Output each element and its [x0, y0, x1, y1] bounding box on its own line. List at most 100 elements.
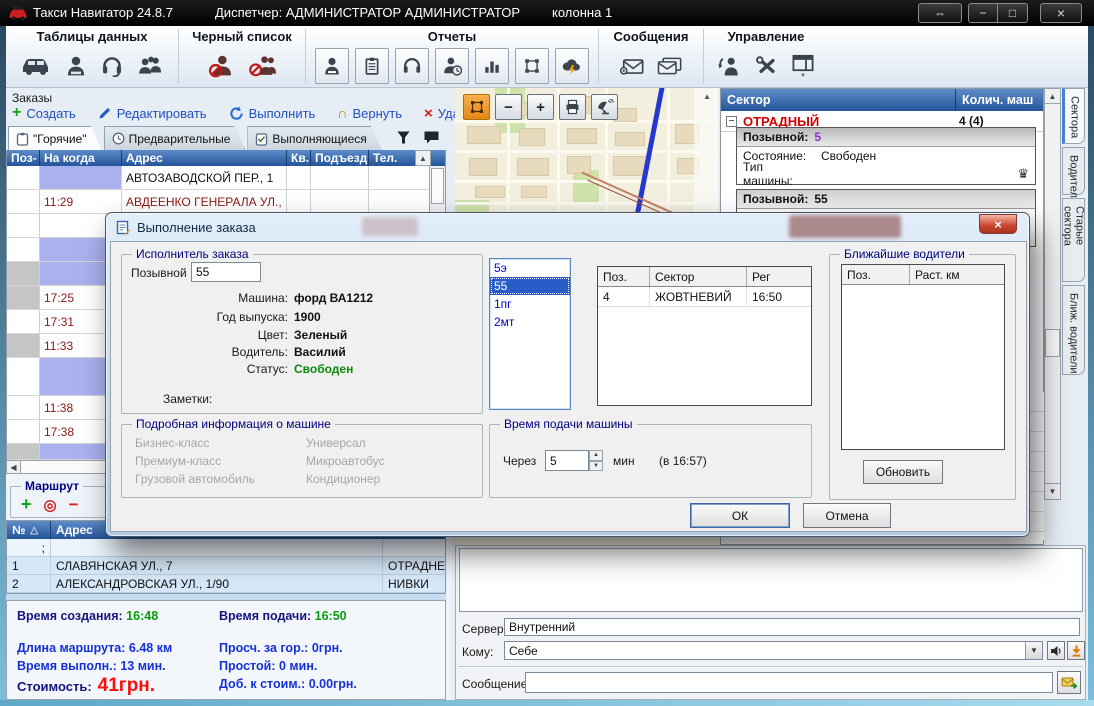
return-order-button[interactable]: ∩Вернуть: [337, 105, 402, 121]
tab-hot-orders[interactable]: "Горячие": [8, 126, 102, 150]
restore-layout-button[interactable]: ⇔: [918, 3, 962, 23]
map-print-button[interactable]: [559, 94, 586, 120]
column-header-pos[interactable]: Поз-: [7, 150, 40, 166]
route-target-point-button[interactable]: ◎: [44, 496, 57, 514]
task-check-icon: [255, 132, 268, 146]
edit-order-button[interactable]: Редактировать: [98, 106, 207, 121]
maximize-button[interactable]: □: [998, 3, 1028, 23]
tab-preliminary-orders[interactable]: Предварительные: [104, 126, 246, 150]
cars-table-icon[interactable]: [21, 56, 51, 76]
toolbar-group-messages: Сообщения: [599, 26, 703, 87]
time-input[interactable]: [545, 450, 589, 471]
crown-icon: ♛: [1017, 166, 1029, 182]
chat-bubble-icon[interactable]: [423, 130, 440, 145]
statistics-chart-button[interactable]: [475, 48, 509, 84]
driver-shifts-report-button[interactable]: [435, 48, 469, 84]
scroll-up-icon[interactable]: ▲: [1045, 89, 1060, 104]
side-tab-old-sectors[interactable]: Старые сектора: [1062, 198, 1085, 282]
scrollbar-thumb[interactable]: [431, 168, 444, 204]
storm-report-button[interactable]: [555, 48, 589, 84]
column-header-entrance[interactable]: Подъезд: [311, 150, 369, 166]
route-add-point-button[interactable]: +: [21, 494, 32, 515]
column-label: колонна 1: [552, 5, 612, 20]
map-zoom-out-button[interactable]: −: [495, 94, 522, 120]
column-header-phone[interactable]: Тел.: [369, 150, 415, 166]
zones-report-button[interactable]: [515, 48, 549, 84]
side-tab-drivers[interactable]: Водители: [1062, 147, 1085, 195]
dialog-form-icon: [116, 220, 131, 235]
operators-report-button[interactable]: [395, 48, 429, 84]
minimize-button[interactable]: −: [968, 3, 998, 23]
order-row[interactable]: АВТОЗАВОДСКОЙ ПЕР., 1: [7, 166, 445, 190]
shift-management-icon[interactable]: [717, 55, 743, 77]
orders-scroll-up-icon[interactable]: ▲: [415, 150, 431, 166]
window-right-edge: [1088, 26, 1094, 706]
route-remove-point-button[interactable]: −: [69, 495, 79, 515]
route-row[interactable]: 1 СЛАВЯНСКАЯ УЛ., 7 ОТРАДНЕ: [7, 557, 445, 575]
map-zoom-in-button[interactable]: +: [527, 94, 554, 120]
execute-order-button[interactable]: Выполнить: [229, 106, 316, 121]
dropdown-arrow-icon[interactable]: ▼: [1025, 642, 1042, 659]
callsign-option[interactable]: 2мт: [490, 313, 570, 331]
map-pan-up-icon[interactable]: ▲: [703, 92, 711, 101]
column-header-when[interactable]: На когда: [40, 150, 122, 166]
refresh-button[interactable]: Обновить: [863, 460, 943, 484]
callsign-listbox[interactable]: 5э 55 1пг 2мт: [489, 258, 571, 410]
order-row[interactable]: 11:29АВДЕЕНКО ГЕНЕРАЛА УЛ., 1: [7, 190, 445, 214]
sound-button[interactable]: [1047, 641, 1065, 660]
filter-funnel-icon[interactable]: [396, 130, 411, 145]
blacklist-group-icon[interactable]: [248, 54, 276, 78]
to-dropdown[interactable]: Себе ▼: [504, 641, 1043, 660]
clients-table-icon[interactable]: [138, 55, 164, 77]
drivers-table-icon[interactable]: [66, 55, 86, 77]
operators-table-icon[interactable]: [101, 55, 123, 77]
collapse-icon[interactable]: −: [726, 116, 737, 127]
column-header-car-count[interactable]: Колич. маш: [956, 89, 1043, 111]
dialog-close-button[interactable]: ×: [979, 214, 1017, 234]
route-filter-row[interactable]: ;: [7, 539, 445, 557]
route-row[interactable]: 2 АЛЕКСАНДРОВСКАЯ УЛ., 1/90 НИВКИ: [7, 575, 445, 593]
callsign-option-selected[interactable]: 55: [490, 277, 570, 295]
dialog-titlebar[interactable]: Выполнение заказа: [106, 213, 1029, 241]
column-header-num[interactable]: №△: [7, 521, 51, 539]
sectors-scrollbar[interactable]: ▲ ▼: [1044, 88, 1061, 500]
callsign-option[interactable]: 5э: [490, 259, 570, 277]
drivers-report-button[interactable]: [315, 48, 349, 84]
driver-card[interactable]: Позывной:5 Состояние:Свободен Тип машины…: [736, 127, 1036, 185]
send-message-button[interactable]: [1057, 671, 1081, 694]
settings-tools-icon[interactable]: [755, 55, 779, 77]
scroll-down-icon[interactable]: ▼: [1045, 483, 1060, 499]
receive-button[interactable]: [1067, 641, 1085, 660]
car-option: Бизнес-класс: [135, 436, 209, 450]
column-header-apt[interactable]: Кв.: [287, 150, 311, 166]
spin-down-icon[interactable]: ▼: [589, 461, 603, 472]
map-select-area-button[interactable]: [463, 94, 490, 120]
column-header-sector[interactable]: Сектор: [721, 89, 956, 111]
scrollbar-thumb[interactable]: [1045, 329, 1060, 357]
column-header-address[interactable]: Адрес: [122, 150, 287, 166]
orders-report-button[interactable]: [355, 48, 389, 84]
message-input[interactable]: [525, 672, 1053, 693]
ok-button[interactable]: ОК: [690, 503, 790, 528]
tab-executing-orders[interactable]: Выполняющиеся: [247, 126, 381, 150]
window-layout-icon[interactable]: ▼: [791, 53, 815, 79]
close-button[interactable]: ×: [1040, 3, 1082, 23]
side-tab-nearest-drivers[interactable]: Ближ. водители: [1062, 285, 1085, 375]
scroll-left-icon[interactable]: ◀: [7, 461, 21, 473]
callsign-input[interactable]: [191, 262, 261, 282]
create-order-button[interactable]: +Создать: [12, 104, 76, 122]
read-message-icon[interactable]: [619, 56, 645, 76]
driver-sector-table-header: Поз. Сектор Рег: [598, 267, 811, 287]
side-tab-sectors[interactable]: Сектора: [1062, 88, 1085, 144]
map-gps-button[interactable]: [591, 94, 618, 120]
driver-sector-row[interactable]: 4 ЖОВТНЕВИЙ 16:50: [598, 287, 811, 307]
blacklist-client-icon[interactable]: [209, 54, 233, 78]
route-group-title: Маршрут: [21, 479, 83, 493]
callsign-option[interactable]: 1пг: [490, 295, 570, 313]
message-log[interactable]: [459, 548, 1083, 612]
spin-up-icon[interactable]: ▲: [589, 450, 603, 461]
server-input[interactable]: [504, 618, 1080, 636]
time-spinner[interactable]: ▲ ▼: [589, 450, 603, 471]
messages-list-icon[interactable]: [655, 56, 683, 76]
cancel-button[interactable]: Отмена: [803, 503, 891, 528]
